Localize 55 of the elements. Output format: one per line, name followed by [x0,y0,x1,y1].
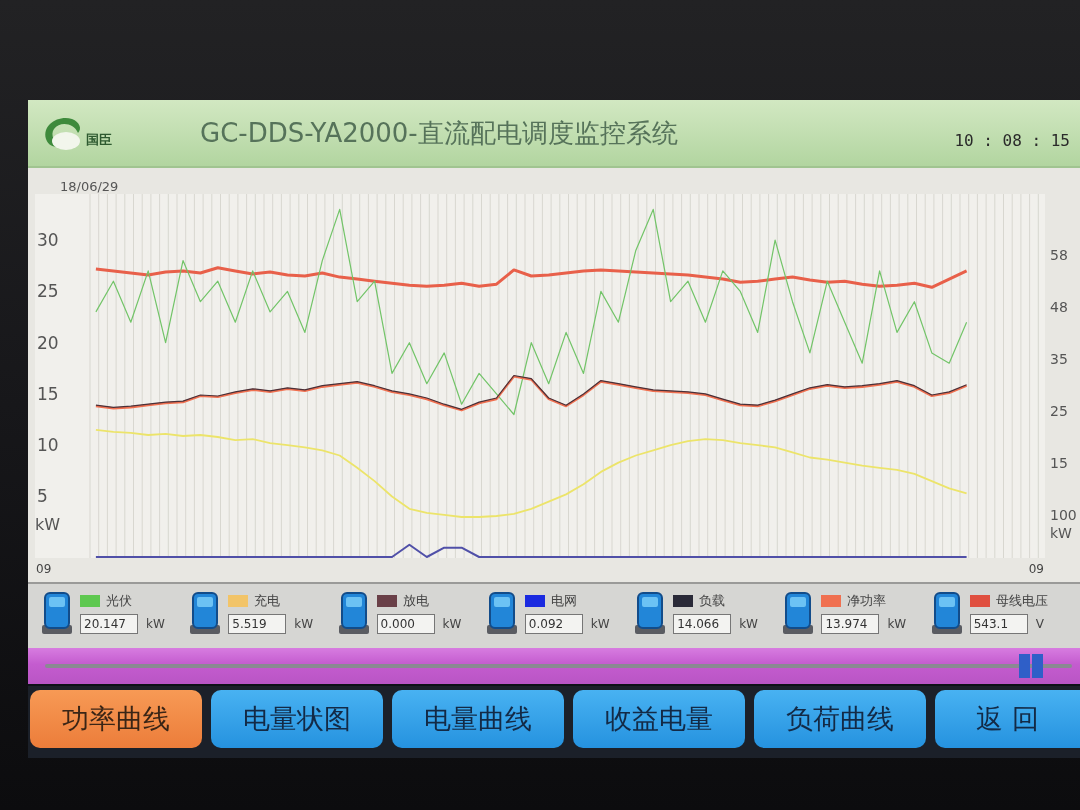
axis-tick-label: 09 [36,562,52,576]
unit-label: kW [442,617,462,631]
nav-button[interactable]: 电量状图 [211,690,383,748]
legend-label: 充电 [254,592,281,610]
axis-tick-label: 15 [1050,454,1069,472]
device-icon [931,592,962,634]
axis-tick-label: 48 [1050,298,1069,316]
unit-label: kW [146,617,165,631]
axis-tick-label: 25 [1050,402,1069,420]
clock-time: 10 : 08 : 15 [954,130,1070,150]
device-icon [42,592,72,634]
device-icon [190,592,221,634]
nav-button[interactable]: 收益电量 [573,690,745,748]
device-icon [338,592,369,634]
axis-tick-label: 10 [37,435,59,456]
value-field: 0.000 [376,614,435,634]
legend-label: 电网 [550,592,577,610]
axis-unit-label: kW [35,515,61,535]
window-title: GC-DDS-YA2000-直流配电调度监控系统 [200,116,679,150]
unit-label: kW [294,617,314,631]
axis-tick-label: 25 [37,281,59,302]
nav-button[interactable]: 电量曲线 [392,690,564,748]
legend-label: 负载 [699,592,726,610]
unit-label: kW [739,617,758,631]
value-field: 0.092 [524,614,583,634]
value-field: 5.519 [228,614,287,634]
slider-thumb[interactable] [1018,654,1043,678]
axis-tick-label: 15 [37,383,59,404]
nav-button[interactable]: 功率曲线 [30,690,202,748]
device-icon [783,592,814,634]
axis-unit-label: kW [1050,524,1073,542]
unit-label: kW [887,617,907,631]
value-field: 13.974 [821,614,880,634]
device-icon [635,592,666,634]
device-icon [486,592,517,634]
value-field: 20.147 [80,614,138,634]
axis-tick-label: 100 [1050,506,1078,524]
value-field: 14.066 [673,614,732,634]
unit-label: kW [590,617,610,631]
value-field: 543.1 [969,614,1028,634]
legend-label: 净功率 [847,592,887,610]
axis-tick-label: 35 [1050,350,1069,368]
nav-button[interactable]: 负荷曲线 [754,690,926,748]
chart-date: 18/06/29 [60,179,119,194]
axis-tick-label: 20 [37,332,59,353]
nav-button[interactable]: 返 回 [935,690,1080,748]
logo-text: 国臣 [86,131,112,149]
axis-tick-label: 30 [37,230,59,251]
unit-label: V [1035,617,1044,631]
legend-label: 放电 [402,592,429,610]
axis-tick-label: 5 [37,486,48,507]
axis-tick-label: 58 [1050,246,1069,264]
axis-tick-label: 09 [1028,562,1044,576]
legend-label: 光伏 [106,592,132,610]
legend-label: 母线电压 [995,592,1048,610]
